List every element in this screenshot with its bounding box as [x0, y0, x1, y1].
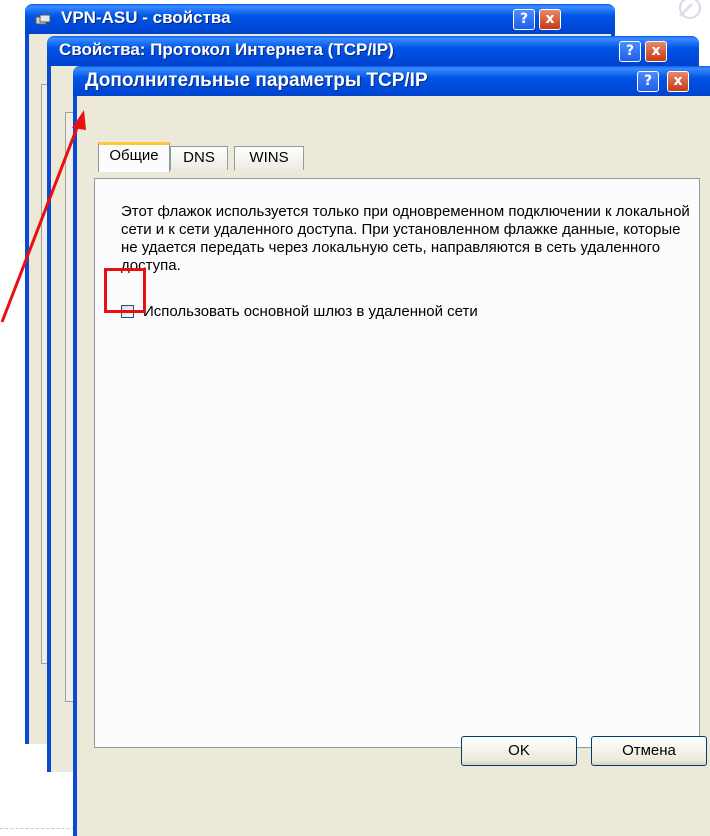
help-button[interactable]: ? — [637, 71, 659, 92]
ok-button[interactable]: OK — [461, 736, 577, 766]
window-tcpip-title: Свойства: Протокол Интернета (TCP/IP) — [59, 40, 394, 59]
window-vpn-title: VPN-ASU - свойства — [61, 8, 231, 27]
cancel-button[interactable]: Отмена — [591, 736, 707, 766]
use-remote-gateway-label[interactable]: Использовать основной шлюз в удаленной с… — [143, 303, 478, 320]
help-button[interactable]: ? — [513, 9, 535, 30]
dashed-divider — [0, 828, 80, 829]
close-button[interactable]: x — [645, 41, 667, 62]
help-button[interactable]: ? — [619, 41, 641, 62]
watermark-graphic — [678, 0, 701, 19]
tab-general[interactable]: Общие — [98, 142, 170, 172]
close-button[interactable]: x — [667, 71, 689, 92]
tab-wins[interactable]: WINS — [234, 146, 304, 170]
window-icon — [35, 13, 51, 25]
dialog-title: Дополнительные параметры TCP/IP — [85, 70, 428, 91]
dialog-client-area: Общие DNS WINS Этот флажок используется … — [77, 96, 710, 836]
tab-dns[interactable]: DNS — [170, 146, 228, 170]
description-text: Этот флажок используется только при одно… — [121, 203, 690, 274]
close-button[interactable]: x — [539, 9, 561, 30]
tab-page-general: Этот флажок используется только при одно… — [94, 178, 700, 748]
highlight-box — [104, 268, 146, 313]
advanced-tcpip-dialog: Дополнительные параметры TCP/IP ? x Общи… — [73, 66, 710, 836]
